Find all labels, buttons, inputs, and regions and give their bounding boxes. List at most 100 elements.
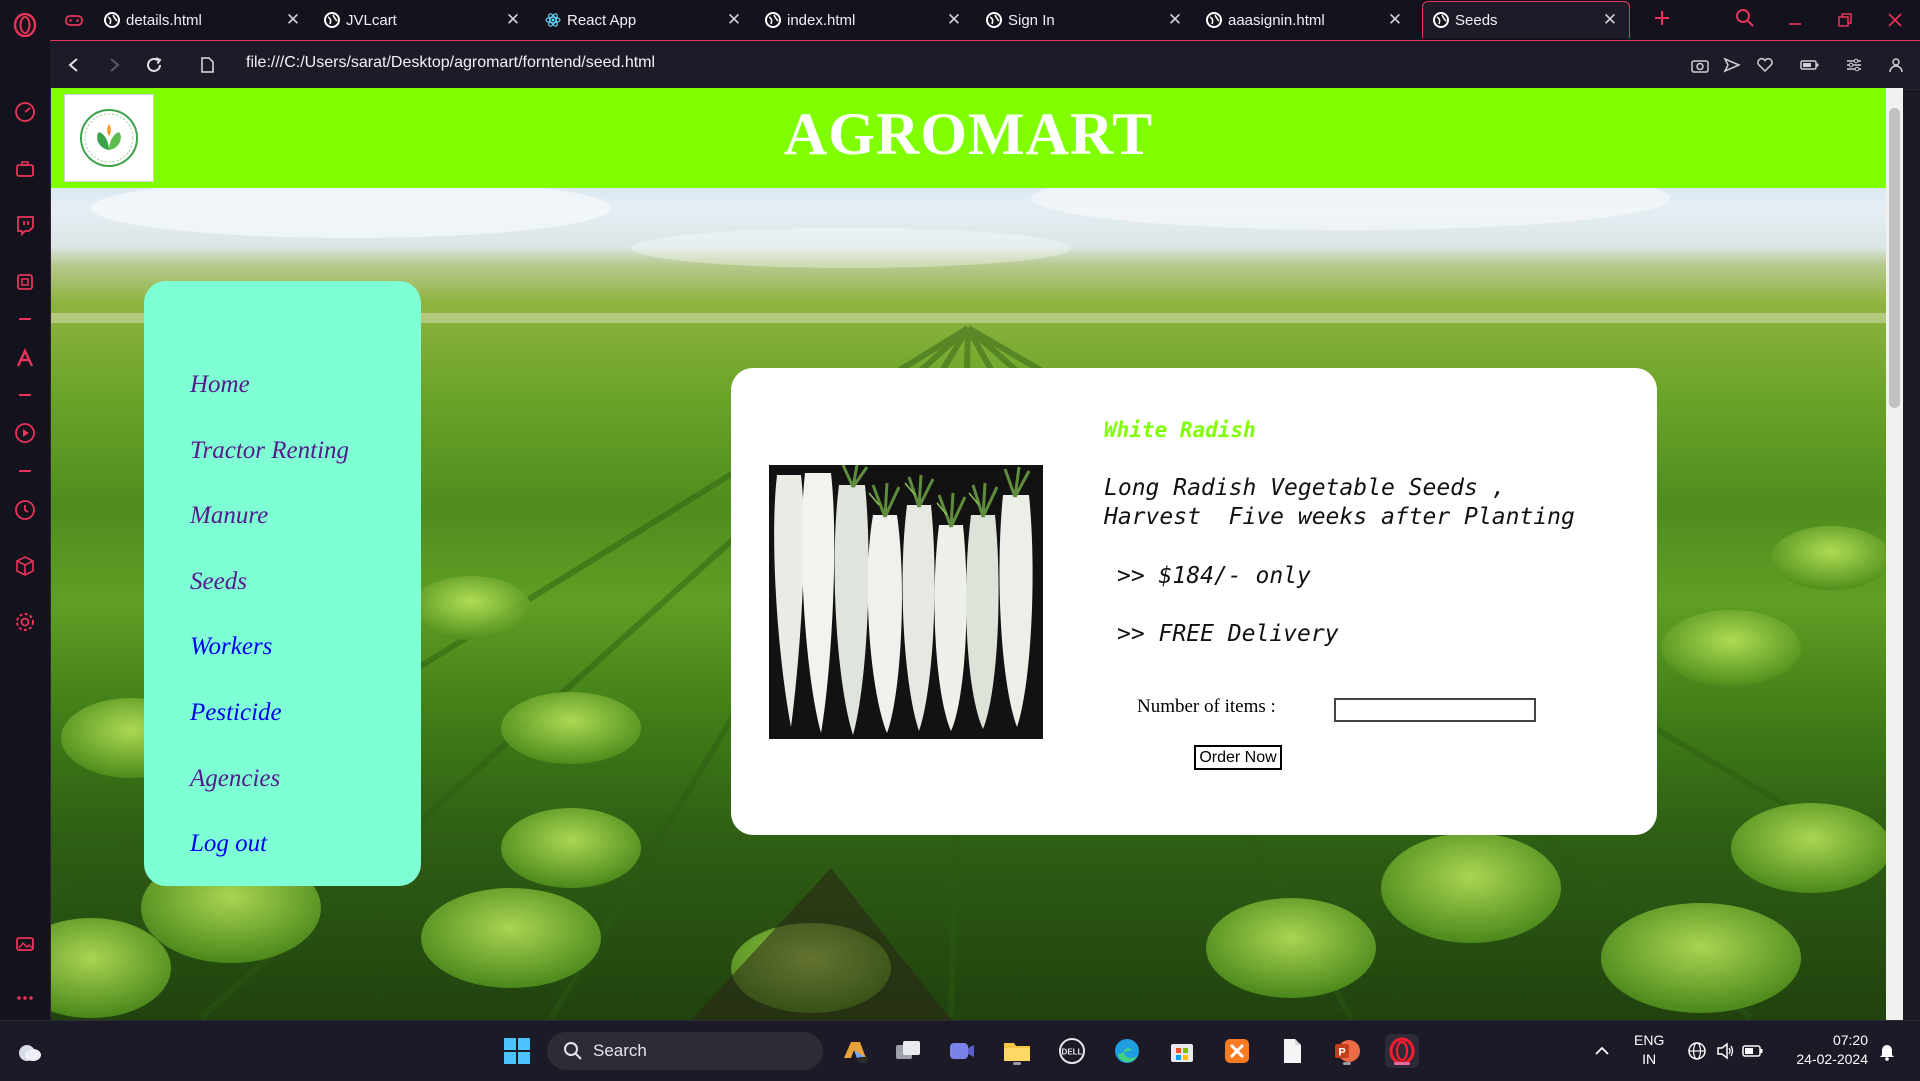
react-atom-icon (545, 12, 561, 28)
xampp-icon[interactable] (1220, 1034, 1254, 1068)
nav-link-seeds[interactable]: Seeds (190, 568, 247, 596)
tab-label: index.html (787, 11, 856, 29)
tab-label: details.html (126, 11, 202, 29)
easy-setup-icon[interactable] (1842, 53, 1866, 77)
product-delivery: >> FREE Delivery (1117, 621, 1339, 647)
cpu-icon[interactable] (13, 270, 37, 294)
aria-icon[interactable] (13, 346, 37, 370)
opera-taskbar-icon[interactable] (1385, 1034, 1419, 1068)
tab-aaasignin[interactable]: aaasignin.html ✕ (1196, 2, 1414, 38)
history-icon[interactable] (13, 498, 37, 522)
site-title: AGROMART (783, 101, 1154, 167)
twitch-icon[interactable] (13, 213, 37, 237)
nav-link-log-out[interactable]: Log out (190, 830, 267, 858)
minimize-icon[interactable] (1770, 0, 1820, 40)
close-tab-icon[interactable]: ✕ (1601, 11, 1619, 29)
speed-dial-icon[interactable] (13, 100, 37, 124)
clock-date: 24-02-2024 (1796, 1051, 1868, 1067)
windows-start-icon[interactable] (500, 1034, 534, 1068)
weather-widget-icon[interactable] (12, 1034, 46, 1068)
svg-text:DELL: DELL (1062, 1048, 1083, 1057)
site-header: AGROMART (51, 88, 1886, 188)
nav-link-agencies[interactable]: Agencies (190, 765, 280, 793)
region-code: IN (1642, 1051, 1657, 1067)
gaming-controller-icon[interactable] (62, 8, 86, 32)
taskbar-search[interactable]: Search (547, 1032, 823, 1070)
close-tab-icon[interactable]: ✕ (504, 11, 522, 29)
tab-strip: details.html ✕ JVLcart ✕ React App ✕ ind… (50, 0, 1920, 40)
search-tabs-icon[interactable] (1733, 6, 1757, 30)
globe-icon (324, 12, 340, 28)
tab-sign-in[interactable]: Sign In ✕ (976, 2, 1194, 38)
gallery-icon[interactable] (13, 932, 37, 956)
new-tab-plus-icon[interactable] (1650, 6, 1674, 30)
copilot-icon[interactable] (838, 1034, 872, 1068)
globe-icon (1206, 12, 1222, 28)
nav-link-manure[interactable]: Manure (190, 502, 268, 530)
forward-arrow-icon[interactable] (102, 53, 126, 77)
close-tab-icon[interactable]: ✕ (1166, 11, 1184, 29)
page-scrollbar[interactable] (1886, 88, 1903, 1020)
globe-icon (104, 12, 120, 28)
svg-text:P: P (1338, 1047, 1345, 1059)
notification-bell-icon[interactable] (1870, 1034, 1904, 1068)
close-tab-icon[interactable]: ✕ (1386, 11, 1404, 29)
side-navigation: Home Tractor Renting Manure Seeds Worker… (144, 281, 421, 886)
nav-link-pesticide[interactable]: Pesticide (190, 699, 282, 727)
chevron-up-icon[interactable] (1585, 1034, 1619, 1068)
powerpoint-icon[interactable]: P (1330, 1034, 1364, 1068)
settings-gear-icon[interactable] (13, 610, 37, 634)
close-tab-icon[interactable]: ✕ (945, 11, 963, 29)
battery-saver-icon[interactable] (1798, 53, 1822, 77)
back-arrow-icon[interactable] (62, 53, 86, 77)
battery-icon[interactable] (1736, 1034, 1770, 1068)
tab-details[interactable]: details.html ✕ (94, 2, 312, 38)
send-icon[interactable] (1720, 53, 1744, 77)
opera-logo-icon[interactable] (13, 13, 37, 37)
close-window-icon[interactable] (1870, 0, 1920, 40)
tab-react-app[interactable]: React App ✕ (535, 2, 753, 38)
restore-icon[interactable] (1820, 0, 1870, 40)
reload-icon[interactable] (142, 53, 166, 77)
extensions-cube-icon[interactable] (13, 554, 37, 578)
tab-index[interactable]: index.html ✕ (755, 2, 973, 38)
quantity-input[interactable] (1334, 698, 1536, 722)
url-field[interactable]: file:///C:/Users/sarat/Desktop/agromart/… (246, 54, 655, 72)
running-indicator (1343, 1062, 1351, 1065)
window-controls (1770, 0, 1920, 40)
scrollbar-thumb[interactable] (1889, 108, 1900, 408)
file-explorer-icon[interactable] (1000, 1034, 1034, 1068)
search-label: Search (593, 1041, 647, 1060)
close-tab-icon[interactable]: ✕ (725, 11, 743, 29)
microsoft-store-icon[interactable] (1165, 1034, 1199, 1068)
product-description: Long Radish Vegetable Seeds , Harvest Fi… (1104, 475, 1575, 530)
tab-jvlcart[interactable]: JVLcart ✕ (314, 2, 532, 38)
file-page-icon (195, 53, 219, 77)
dell-icon[interactable]: DELL (1055, 1034, 1089, 1068)
windows-taskbar: Search DELL P ENG IN 07:20 24-02-2024 (0, 1020, 1920, 1081)
notepad-file-icon[interactable] (1275, 1034, 1309, 1068)
product-price: >> $184/- only (1117, 563, 1311, 589)
language-indicator[interactable]: ENG IN (1634, 1031, 1664, 1069)
edge-browser-icon[interactable] (1110, 1034, 1144, 1068)
more-dots-icon[interactable] (13, 986, 37, 1010)
briefcase-icon[interactable] (13, 157, 37, 181)
page-viewport: AGROMART Home Tractor Renting Manure See… (51, 88, 1903, 1020)
snapshot-camera-icon[interactable] (1688, 53, 1712, 77)
teams-chat-icon[interactable] (945, 1034, 979, 1068)
tab-label: React App (567, 11, 637, 29)
nav-link-tractor-renting[interactable]: Tractor Renting (190, 437, 349, 465)
task-view-icon[interactable] (891, 1034, 925, 1068)
nav-link-home[interactable]: Home (190, 371, 250, 399)
profile-icon[interactable] (1884, 53, 1908, 77)
browser-sidebar (0, 0, 51, 1020)
order-now-button[interactable]: Order Now (1194, 745, 1282, 770)
language-code: ENG (1634, 1032, 1665, 1048)
nav-link-workers[interactable]: Workers (190, 633, 272, 661)
player-icon[interactable] (13, 421, 37, 445)
tab-seeds[interactable]: Seeds ✕ (1422, 1, 1630, 38)
close-tab-icon[interactable]: ✕ (284, 11, 302, 29)
clock-time: 07:20 (1832, 1032, 1868, 1048)
heart-icon[interactable] (1753, 53, 1777, 77)
system-clock[interactable]: 07:20 24-02-2024 (1782, 1031, 1868, 1069)
